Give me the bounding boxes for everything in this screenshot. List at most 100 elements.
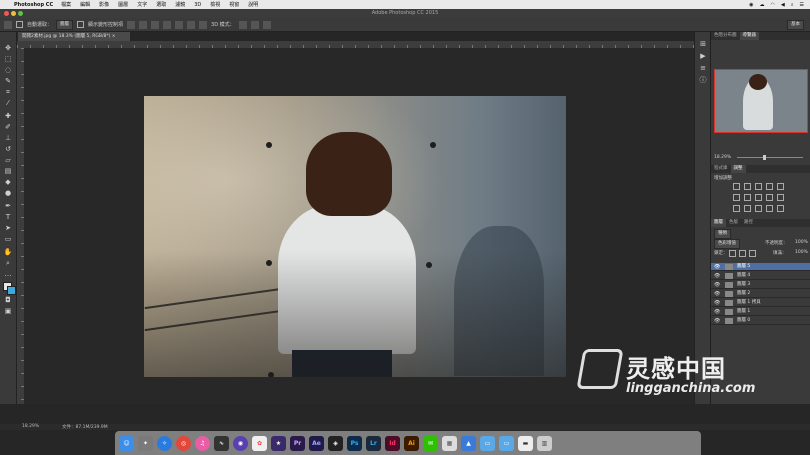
properties-panel-icon[interactable]: ≡ [698,64,708,72]
zoom-slider-handle[interactable] [763,155,766,160]
menu-list-icon[interactable]: ☰ [800,2,804,8]
blur-tool-icon[interactable]: ◆ [3,178,13,186]
tab-channels[interactable]: 色版 [726,219,741,227]
tab-paths[interactable]: 路徑 [741,219,756,227]
visibility-eye-icon[interactable]: 👁 [714,281,720,289]
dodge-tool-icon[interactable]: ● [3,189,13,197]
tab-adjustments[interactable]: 調整 [730,165,746,173]
threshold-icon[interactable] [755,205,762,212]
gradient-tool-icon[interactable]: ▤ [3,167,13,175]
visibility-eye-icon[interactable]: 👁 [714,272,720,280]
chrome-icon[interactable]: ◎ [176,435,191,451]
search-icon[interactable]: ⌕ [791,2,794,8]
menu-window[interactable]: 視窗 [229,1,239,8]
visibility-eye-icon[interactable]: 👁 [714,290,720,298]
visibility-eye-icon[interactable]: 👁 [714,308,720,316]
menu-select[interactable]: 選取 [156,1,166,8]
black-white-icon[interactable] [755,194,762,201]
status-zoom[interactable]: 18.29% [22,424,39,429]
activity-monitor-icon[interactable]: ∿ [214,435,229,451]
record-icon[interactable]: ◉ [749,2,753,8]
visibility-eye-icon[interactable]: 👁 [714,299,720,307]
quick-mask-icon[interactable]: ◘ [3,296,13,304]
lasso-tool-icon[interactable]: ◌ [3,66,13,74]
cloud-icon[interactable]: ☁ [759,2,764,8]
path-select-tool-icon[interactable]: ➤ [3,224,13,232]
folder-icon[interactable]: ▭ [480,435,495,451]
davinci-icon[interactable]: ◈ [328,435,343,451]
opacity-value[interactable]: 100% [795,240,808,245]
lock-pixels-icon[interactable] [729,250,736,257]
3d-rotate-icon[interactable] [238,20,247,29]
tab-libraries[interactable]: 程式庫 [711,165,731,173]
photo-filter-icon[interactable] [766,194,773,201]
menu-file[interactable]: 檔案 [61,1,71,8]
3d-pan-icon[interactable] [262,20,271,29]
layer-row[interactable]: 👁 圖層 3 [711,281,810,289]
brightness-icon[interactable] [733,183,740,190]
curves-icon[interactable] [755,183,762,190]
history-panel-icon[interactable]: ⊞ [698,40,708,48]
siri-icon[interactable]: ◉ [233,435,248,451]
shape-tool-icon[interactable]: ▭ [3,235,13,243]
blend-mode-dropdown[interactable]: 色彩增值 [714,239,740,249]
layer-row[interactable]: 👁 圖層 4 [711,272,810,280]
layer-row[interactable]: 👁 圖層 1 [711,308,810,316]
wifi-icon[interactable]: ◠ [770,2,774,8]
align-left-icon[interactable] [163,20,172,29]
illustrator-icon[interactable]: Ai [404,435,419,451]
menu-view[interactable]: 檢視 [210,1,220,8]
screen-mode-icon[interactable]: ▣ [3,307,13,315]
menu-edit[interactable]: 編輯 [80,1,90,8]
itunes-icon[interactable]: ♫ [195,435,210,451]
photos-icon[interactable]: ✿ [252,435,267,451]
layer-filter-dropdown[interactable]: 種類 [714,229,731,239]
tab-layers[interactable]: 圖層 [711,219,726,227]
show-transform-checkbox[interactable] [77,21,85,28]
visibility-eye-icon[interactable]: 👁 [714,317,720,325]
menu-help[interactable]: 說明 [248,1,258,8]
photoshop-icon[interactable]: Ps [347,435,362,451]
crop-tool-icon[interactable]: ⌗ [3,88,13,96]
pen-tool-icon[interactable]: ✒ [3,202,13,210]
exposure-icon[interactable] [766,183,773,190]
navigator-zoom-slider[interactable] [737,157,803,158]
background-color-swatch[interactable] [7,286,16,295]
menu-3d[interactable]: 3D [194,2,201,8]
align-center-icon[interactable] [175,20,184,29]
zoom-tool-icon[interactable]: ⌕ [3,259,13,267]
layer-row[interactable]: 👁 圖層 2 [711,290,810,298]
color-balance-icon[interactable] [744,194,751,201]
lightroom-icon[interactable]: Lr [366,435,381,451]
hue-saturation-icon[interactable] [733,194,740,201]
hand-tool-icon[interactable]: ✋ [3,248,13,256]
menu-type[interactable]: 文字 [137,1,147,8]
fill-value[interactable]: 100% [795,250,808,255]
lock-all-icon[interactable] [749,250,756,257]
auto-select-checkbox[interactable] [16,21,23,28]
navigator-zoom-value[interactable]: 18.29% [714,155,731,160]
healing-brush-tool-icon[interactable]: ✚ [3,112,13,120]
invert-icon[interactable] [733,205,740,212]
navigator-thumbnail[interactable] [714,69,808,133]
imovie-star-icon[interactable]: ★ [271,435,286,451]
align-right-icon[interactable] [187,20,196,29]
align-top-icon[interactable] [127,20,136,29]
layer-row[interactable]: 👁 圖層 5 [711,263,810,271]
trash-icon[interactable]: ▥ [537,435,552,451]
preview-icon[interactable]: ▦ [442,435,457,451]
downloads-folder-icon[interactable]: ▭ [499,435,514,451]
document-photo[interactable] [144,96,566,377]
info-panel-icon[interactable]: ⓘ [698,76,708,84]
levels-icon[interactable] [744,183,751,190]
after-effects-icon[interactable]: Ae [309,435,324,451]
launchpad-icon[interactable]: ✦ [138,435,153,451]
wechat-icon[interactable]: ✉ [423,435,438,451]
posterize-icon[interactable] [744,205,751,212]
vibrance-icon[interactable] [777,183,784,190]
screenshot-icon[interactable]: ▬ [518,435,533,451]
selective-color-icon[interactable] [777,205,784,212]
auto-select-dropdown[interactable]: 圖層 [56,19,74,30]
menu-filter[interactable]: 濾鏡 [175,1,185,8]
align-middle-icon[interactable] [139,20,148,29]
